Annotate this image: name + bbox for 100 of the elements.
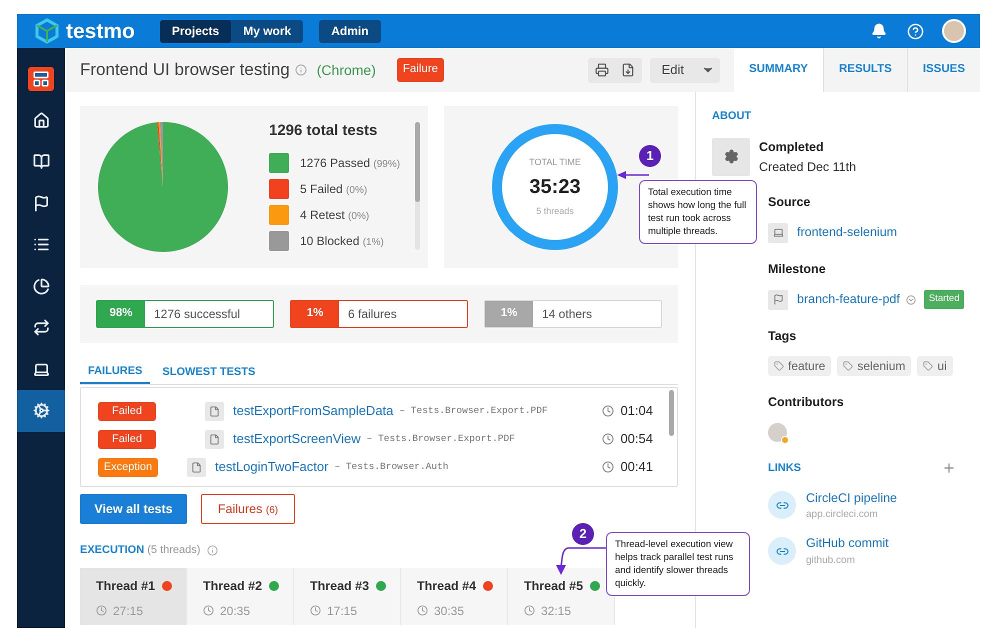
legend-label: 1276 Passed (99%): [300, 154, 400, 172]
total-time: 35:23: [529, 175, 581, 200]
book-icon: [32, 153, 50, 170]
thread-duration: 32:15: [541, 602, 572, 620]
status-badge: Failure: [396, 58, 444, 82]
test-duration: 00:41: [620, 458, 653, 476]
legend-label: 4 Retest (0%): [300, 206, 370, 224]
list-tab[interactable]: FAILURES: [80, 360, 150, 384]
milestone-status: Started: [924, 290, 964, 309]
tag-chip[interactable]: ui: [917, 356, 953, 376]
avatar[interactable]: [942, 19, 966, 43]
created-date: Created Dec 11th: [759, 159, 856, 176]
test-path: – Tests.Browser.Export.PDF: [366, 432, 515, 446]
edit-button[interactable]: Edit: [650, 58, 720, 82]
test-duration: 00:54: [620, 430, 653, 448]
nav-tab[interactable]: My work: [231, 20, 304, 42]
test-link[interactable]: testExportFromSampleData: [233, 401, 394, 421]
thread-card[interactable]: Thread #3 17:15: [294, 568, 401, 625]
help-icon[interactable]: [907, 22, 924, 40]
section-heading: Source: [768, 194, 812, 211]
list-tab[interactable]: SLOWEST TESTS: [154, 360, 264, 384]
thread-card[interactable]: Thread #2 20:35: [187, 568, 294, 625]
section-heading: Tags: [768, 328, 798, 345]
run-state: Completed: [759, 138, 825, 156]
thread-duration: 30:35: [434, 602, 464, 620]
view-tab[interactable]: RESULTS: [822, 48, 907, 92]
about-heading: ABOUT: [712, 109, 752, 124]
test-link[interactable]: testLoginTwoFactor: [215, 457, 328, 477]
clock-icon: [310, 605, 321, 616]
threads-count: 5 threads: [536, 205, 574, 218]
test-path: – Tests.Browser.Export.PDF: [399, 404, 548, 418]
view-tab[interactable]: ISSUES: [906, 48, 980, 92]
status-badge: Failed: [98, 402, 156, 420]
result-summary-pill: 1% 14 others: [484, 300, 662, 328]
tag-icon: [923, 361, 934, 372]
result-summary-pill: 98% 1276 successful: [96, 300, 274, 328]
admin-tab[interactable]: Admin: [319, 20, 381, 42]
link-url: github.com: [806, 554, 856, 568]
notifications-icon[interactable]: [871, 23, 887, 39]
total-tests-heading: 1296 total tests: [269, 121, 378, 142]
list-icon: [32, 236, 50, 254]
nav-tab[interactable]: Projects: [160, 20, 232, 42]
file-icon: [205, 402, 224, 420]
legend-label: 10 Blocked (1%): [300, 232, 384, 250]
browser-label: (Chrome): [316, 60, 376, 80]
tag-icon: [774, 361, 784, 372]
thread-name: Thread #2: [203, 578, 262, 595]
callout-bubble: Total execution time shows how long the full test run took across multiple threads.: [639, 180, 757, 244]
test-duration: 01:04: [620, 402, 653, 420]
view-tab[interactable]: SUMMARY: [734, 48, 823, 92]
thread-name: Thread #1: [96, 578, 156, 595]
clock-icon: [417, 605, 428, 616]
link-icon: [768, 491, 796, 520]
step-marker: 2: [572, 523, 594, 545]
section-heading: Contributors: [768, 394, 845, 412]
scrollbar: [669, 390, 674, 436]
clock-icon: [96, 605, 107, 616]
milestone-link[interactable]: branch-feature-pdf: [797, 290, 900, 309]
thread-card[interactable]: Thread #5 32:15: [508, 568, 615, 625]
logo-text: testmo: [66, 20, 135, 42]
thread-card[interactable]: Thread #1 27:15: [80, 568, 187, 625]
time-label: TOTAL TIME: [529, 156, 581, 168]
result-summary-pill: 1% 6 failures: [290, 300, 468, 328]
chevron-circle-icon[interactable]: [906, 294, 916, 304]
external-link[interactable]: GitHub commit: [806, 534, 889, 553]
links-heading: LINKS: [768, 461, 801, 476]
print-icon[interactable]: [594, 63, 609, 77]
status-badge: Failed: [98, 430, 156, 448]
callout-bubble: Thread-level execution view helps track parallel test runs and identify slower threads quickly.: [606, 532, 750, 596]
link-icon: [768, 537, 796, 566]
thread-name: Thread #5: [524, 578, 584, 595]
thread-name: Thread #4: [417, 578, 476, 595]
clock-icon: [602, 433, 614, 445]
laptop-icon: [768, 222, 788, 243]
laptop-icon: [32, 360, 50, 378]
external-link[interactable]: CircleCI pipeline: [806, 488, 898, 508]
legend-label: 5 Failed (0%): [300, 180, 368, 198]
source-link[interactable]: frontend-selenium: [797, 223, 898, 242]
download-file-icon[interactable]: [620, 63, 635, 77]
home-icon: [32, 112, 50, 129]
pointer-arrow: [555, 545, 607, 575]
cube-logo-icon: [34, 18, 60, 44]
repeat-icon: [32, 319, 50, 336]
settings-icon: [712, 138, 750, 176]
thread-name: Thread #3: [310, 578, 370, 595]
board-icon: [28, 66, 54, 91]
tag-chip[interactable]: feature: [768, 356, 832, 376]
test-link[interactable]: testExportScreenView: [233, 429, 361, 449]
status-badge: Exception: [98, 458, 158, 476]
add-icon[interactable]: [942, 461, 956, 476]
thread-duration: 20:35: [220, 602, 250, 620]
pie-chart-icon: [32, 278, 50, 295]
tag-chip[interactable]: selenium: [837, 356, 912, 376]
file-icon: [205, 430, 224, 448]
tag-icon: [843, 361, 854, 372]
link-url: app.circleci.com: [806, 508, 879, 522]
view-all-tests-button[interactable]: View all tests: [80, 494, 187, 524]
settings-icon: [32, 402, 50, 420]
failures-button[interactable]: Failures (6): [201, 494, 295, 524]
thread-card[interactable]: Thread #4 30:35: [401, 568, 508, 625]
